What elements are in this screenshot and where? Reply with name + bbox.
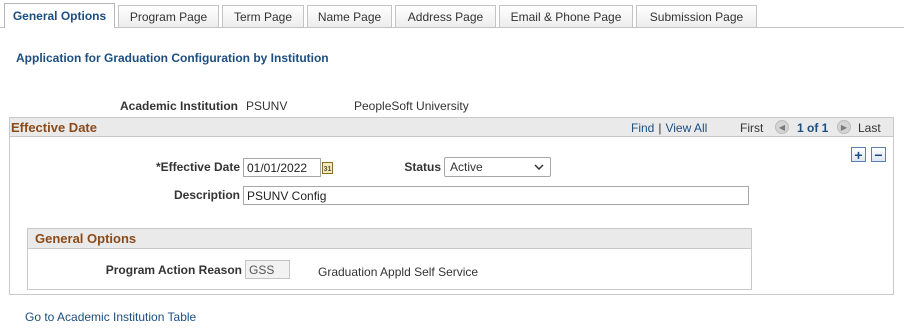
row-count: 1 of 1 bbox=[797, 121, 829, 135]
next-row-icon[interactable]: ▶ bbox=[837, 120, 851, 134]
program-action-reason-label: Program Action Reason bbox=[105, 263, 242, 277]
description-label: Description bbox=[173, 188, 240, 202]
last-label: Last bbox=[858, 121, 881, 135]
general-options-title: General Options bbox=[35, 231, 137, 246]
academic-institution-code: PSUNV bbox=[246, 99, 288, 113]
academic-institution-name: PeopleSoft University bbox=[354, 99, 469, 113]
chevron-down-icon bbox=[534, 164, 544, 170]
view-all-link[interactable]: View All bbox=[665, 121, 707, 135]
add-row-button[interactable]: + bbox=[851, 147, 866, 162]
status-label: Status bbox=[404, 160, 441, 174]
nav-separator: | bbox=[658, 121, 662, 135]
tab-general-options[interactable]: General Options bbox=[4, 3, 115, 29]
tab-divider bbox=[0, 27, 904, 28]
tab-email-phone-page[interactable]: Email & Phone Page bbox=[499, 5, 633, 28]
tab-term-page[interactable]: Term Page bbox=[222, 5, 304, 28]
effective-date-input[interactable]: 01/01/2022 bbox=[243, 158, 321, 177]
tab-name-page[interactable]: Name Page bbox=[307, 5, 392, 28]
find-link[interactable]: Find bbox=[631, 121, 654, 135]
status-selected-value: Active bbox=[450, 160, 483, 174]
academic-institution-label: Academic Institution bbox=[119, 99, 238, 113]
page-title: Application for Graduation Configuration… bbox=[16, 51, 329, 65]
description-input[interactable]: PSUNV Config bbox=[243, 186, 749, 205]
tab-address-page[interactable]: Address Page bbox=[395, 5, 496, 28]
tab-bar: General Options Program Page Term Page N… bbox=[0, 0, 904, 29]
tab-program-page[interactable]: Program Page bbox=[118, 5, 219, 28]
program-action-reason-input[interactable]: GSS bbox=[245, 260, 290, 279]
program-action-reason-description: Graduation Appld Self Service bbox=[318, 265, 479, 279]
grid-nav-links: Find | View All bbox=[631, 121, 707, 135]
calendar-icon[interactable]: 31 bbox=[322, 162, 333, 174]
delete-row-button[interactable]: − bbox=[871, 147, 886, 162]
go-to-academic-institution-link[interactable]: Go to Academic Institution Table bbox=[25, 310, 196, 324]
previous-row-icon[interactable]: ◀ bbox=[775, 120, 789, 134]
effective-date-label: *Effective Date bbox=[155, 160, 240, 174]
tab-submission-page[interactable]: Submission Page bbox=[636, 5, 757, 28]
status-select[interactable]: Active bbox=[444, 157, 551, 177]
effective-date-title: Effective Date bbox=[11, 120, 97, 135]
first-label: First bbox=[740, 121, 764, 135]
